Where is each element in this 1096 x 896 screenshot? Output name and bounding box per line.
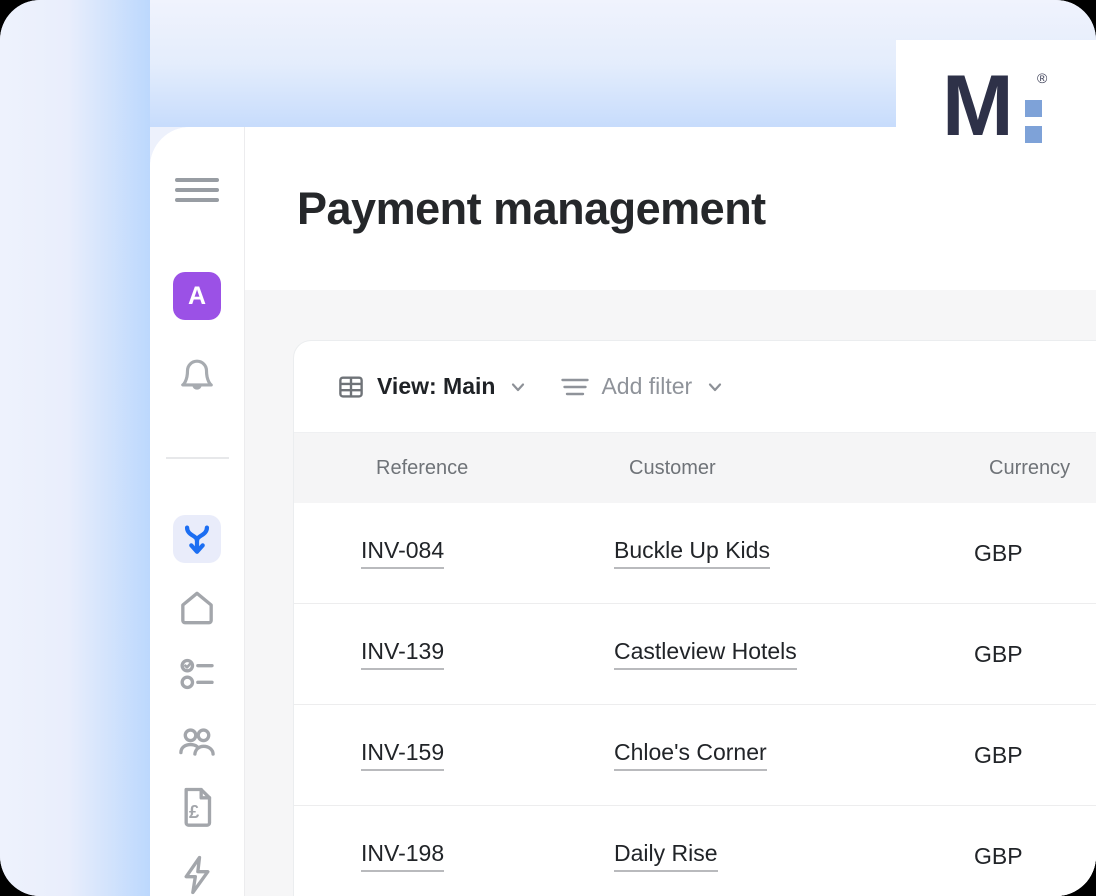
chevron-down-icon [508,377,528,397]
sidebar: A £ [150,127,245,896]
invoice-document-icon[interactable]: £ [175,787,219,827]
checklist-icon[interactable] [175,654,219,694]
reference-link[interactable]: INV-139 [361,638,445,670]
currency-value: GBP [974,842,1023,869]
customer-link[interactable]: Castleview Hotels [614,638,797,670]
registered-trademark: ® [1037,70,1048,86]
home-icon[interactable] [175,588,219,628]
add-filter-label: Add filter [601,373,693,399]
background-gradient-left [0,0,150,896]
content-area: View: Main Add filter Reference Customer… [245,290,1096,896]
payments-table-card: View: Main Add filter Reference Customer… [293,340,1096,896]
reference-link[interactable]: INV-198 [361,840,445,872]
app-window: A £ Payment management View: Main Add fi… [150,127,1096,896]
customer-link[interactable]: Daily Rise [614,840,718,872]
reference-link[interactable]: INV-084 [361,537,445,569]
table-row: INV-198 Daily Rise GBP [294,806,1096,896]
page-title: Payment management [297,182,766,234]
column-header-customer[interactable]: Customer [614,457,974,480]
app-screenshot: M ® A £ Payment management View: Main Ad… [0,0,1096,896]
customer-link[interactable]: Buckle Up Kids [614,537,770,569]
menu-icon[interactable] [175,170,219,210]
column-header-currency[interactable]: Currency [974,457,1096,480]
main-area: Payment management View: Main Add filter… [245,127,1096,896]
add-filter-button[interactable]: Add filter [561,373,725,400]
sidebar-divider [165,457,229,459]
brand-colon-icon [1024,99,1042,143]
view-selector-label: View: Main [377,373,496,399]
merge-arrow-icon [180,522,214,556]
avatar-letter: A [187,281,207,310]
table-row: INV-139 Castleview Hotels GBP [294,604,1096,705]
brand-logo: M ® [896,40,1096,180]
view-selector[interactable]: View: Main [336,372,528,402]
reference-link[interactable]: INV-159 [361,739,445,771]
chevron-down-icon [705,377,725,397]
avatar[interactable]: A [173,272,221,320]
customers-users-icon[interactable] [175,723,219,763]
svg-text:£: £ [189,801,199,822]
sidebar-item-payments-active[interactable] [173,515,221,563]
table-row: INV-084 Buckle Up Kids GBP [294,503,1096,604]
filter-lines-icon [561,375,590,399]
table-header-row: Reference Customer Currency [294,433,1096,503]
currency-value: GBP [974,539,1023,566]
table-view-icon [336,372,366,402]
currency-value: GBP [974,741,1023,768]
customer-link[interactable]: Chloe's Corner [614,739,767,771]
brand-letter: M [942,58,1014,154]
table-row: INV-159 Chloe's Corner GBP [294,705,1096,806]
lightning-bolt-icon[interactable] [175,855,219,895]
notifications-bell-icon[interactable] [175,357,219,397]
currency-value: GBP [974,640,1023,667]
table-toolbar: View: Main Add filter [294,341,1096,433]
column-header-reference[interactable]: Reference [361,457,614,480]
